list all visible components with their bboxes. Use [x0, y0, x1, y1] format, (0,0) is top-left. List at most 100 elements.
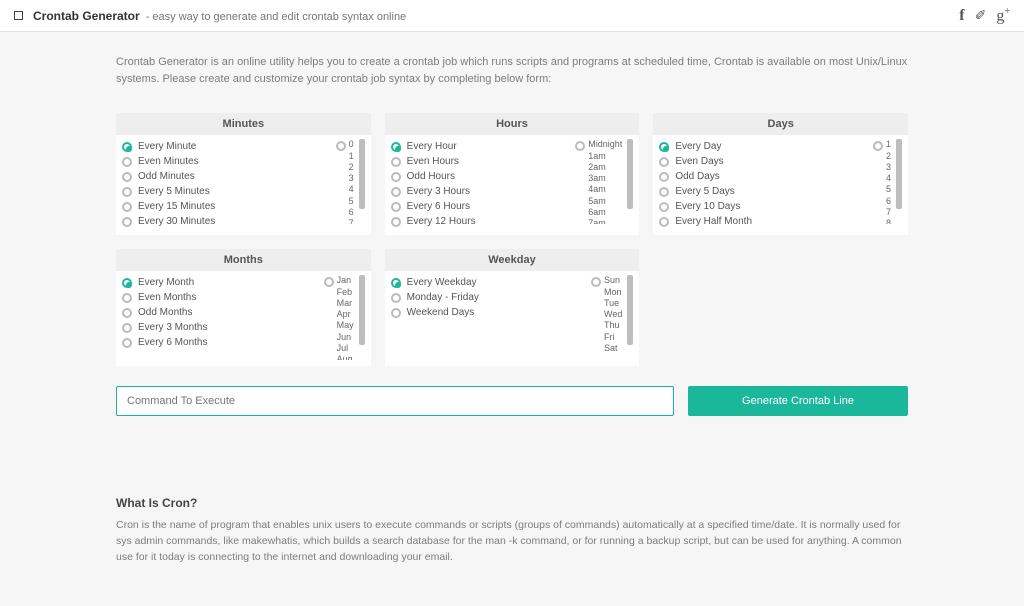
list-item[interactable]: Wed: [603, 309, 623, 320]
list-item[interactable]: 6am: [587, 207, 623, 218]
radio-icon[interactable]: [591, 277, 601, 287]
radio-icon[interactable]: [122, 142, 132, 152]
radio-icon[interactable]: [122, 323, 132, 333]
option-days[interactable]: Even Days: [659, 154, 873, 169]
list-item[interactable]: Jul: [336, 343, 355, 354]
radio-icon[interactable]: [391, 172, 401, 182]
scrollbar[interactable]: [359, 275, 365, 345]
list-item[interactable]: 7am: [587, 218, 623, 224]
list-item[interactable]: Fri: [603, 332, 623, 343]
generate-button[interactable]: Generate Crontab Line: [688, 386, 908, 416]
option-weekday[interactable]: Weekend Days: [391, 305, 591, 320]
list-item[interactable]: 6: [348, 207, 355, 218]
option-days[interactable]: Every Half Month: [659, 214, 873, 229]
list-item[interactable]: 4am: [587, 184, 623, 195]
option-hours[interactable]: Every 3 Hours: [391, 184, 576, 199]
value-list[interactable]: 123456789: [885, 139, 894, 224]
option-months[interactable]: Even Months: [122, 290, 324, 305]
option-weekday[interactable]: Every Weekday: [391, 275, 591, 290]
option-hours[interactable]: Every 6 Hours: [391, 199, 576, 214]
radio-icon[interactable]: [391, 187, 401, 197]
option-months[interactable]: Every 6 Months: [122, 335, 324, 350]
command-input[interactable]: [116, 386, 674, 416]
option-hours[interactable]: Even Hours: [391, 154, 576, 169]
list-item[interactable]: Mon: [603, 287, 623, 298]
list-item[interactable]: 5: [348, 196, 355, 207]
radio-icon[interactable]: [659, 187, 669, 197]
radio-icon[interactable]: [336, 141, 346, 151]
list-item[interactable]: Aug: [336, 354, 355, 360]
option-minutes[interactable]: Every Minute: [122, 139, 336, 154]
radio-icon[interactable]: [391, 142, 401, 152]
list-item[interactable]: 1: [885, 139, 892, 150]
radio-icon[interactable]: [122, 202, 132, 212]
option-hours[interactable]: Odd Hours: [391, 169, 576, 184]
list-item[interactable]: 4: [348, 184, 355, 195]
value-list[interactable]: SunMonTueWedThuFriSat: [603, 275, 625, 354]
facebook-icon[interactable]: f: [959, 7, 964, 25]
radio-icon[interactable]: [391, 293, 401, 303]
list-item[interactable]: 2: [348, 162, 355, 173]
list-item[interactable]: 5: [885, 184, 892, 195]
list-item[interactable]: 6: [885, 196, 892, 207]
option-months[interactable]: Every Month: [122, 275, 324, 290]
radio-icon[interactable]: [391, 308, 401, 318]
list-item[interactable]: 2: [885, 151, 892, 162]
option-months[interactable]: Every 3 Months: [122, 320, 324, 335]
option-days[interactable]: Every Day: [659, 139, 873, 154]
option-days[interactable]: Odd Days: [659, 169, 873, 184]
scrollbar[interactable]: [896, 139, 902, 209]
list-item[interactable]: Thu: [603, 320, 623, 331]
radio-icon[interactable]: [659, 142, 669, 152]
radio-icon[interactable]: [659, 217, 669, 227]
scrollbar[interactable]: [359, 139, 365, 209]
list-item[interactable]: Jan: [336, 275, 355, 286]
radio-icon[interactable]: [873, 141, 883, 151]
list-item[interactable]: Sat: [603, 343, 623, 354]
list-item[interactable]: 1am: [587, 151, 623, 162]
option-minutes[interactable]: Odd Minutes: [122, 169, 336, 184]
twitter-icon[interactable]: ✐: [975, 7, 987, 24]
list-item[interactable]: Tue: [603, 298, 623, 309]
option-minutes[interactable]: Even Minutes: [122, 154, 336, 169]
option-hours[interactable]: Every Hour: [391, 139, 576, 154]
option-months[interactable]: Odd Months: [122, 305, 324, 320]
list-item[interactable]: 2am: [587, 162, 623, 173]
list-item[interactable]: 5am: [587, 196, 623, 207]
scrollbar[interactable]: [627, 139, 633, 209]
radio-icon[interactable]: [659, 202, 669, 212]
list-item[interactable]: Mar: [336, 298, 355, 309]
list-item[interactable]: 7: [348, 218, 355, 224]
value-list[interactable]: 012345678: [348, 139, 357, 224]
radio-icon[interactable]: [122, 217, 132, 227]
list-item[interactable]: 4: [885, 173, 892, 184]
radio-icon[interactable]: [391, 202, 401, 212]
radio-icon[interactable]: [324, 277, 334, 287]
radio-icon[interactable]: [122, 172, 132, 182]
radio-icon[interactable]: [391, 278, 401, 288]
list-item[interactable]: Feb: [336, 287, 355, 298]
list-item[interactable]: 1: [348, 151, 355, 162]
option-days[interactable]: Every 10 Days: [659, 199, 873, 214]
google-plus-icon[interactable]: g+: [996, 6, 1010, 25]
option-minutes[interactable]: Every 30 Minutes: [122, 214, 336, 229]
option-hours[interactable]: Every 12 Hours: [391, 214, 576, 229]
radio-icon[interactable]: [391, 157, 401, 167]
list-item[interactable]: 3: [348, 173, 355, 184]
list-item[interactable]: Sun: [603, 275, 623, 286]
list-item[interactable]: Midnight: [587, 139, 623, 150]
option-weekday[interactable]: Monday - Friday: [391, 290, 591, 305]
radio-icon[interactable]: [659, 172, 669, 182]
list-item[interactable]: 0: [348, 139, 355, 150]
radio-icon[interactable]: [122, 187, 132, 197]
list-item[interactable]: 3am: [587, 173, 623, 184]
option-minutes[interactable]: Every 15 Minutes: [122, 199, 336, 214]
list-item[interactable]: Jun: [336, 332, 355, 343]
radio-icon[interactable]: [122, 278, 132, 288]
value-list[interactable]: JanFebMarAprMayJunJulAugSep: [336, 275, 357, 360]
radio-icon[interactable]: [122, 157, 132, 167]
radio-icon[interactable]: [122, 308, 132, 318]
radio-icon[interactable]: [122, 338, 132, 348]
scrollbar[interactable]: [627, 275, 633, 345]
list-item[interactable]: May: [336, 320, 355, 331]
